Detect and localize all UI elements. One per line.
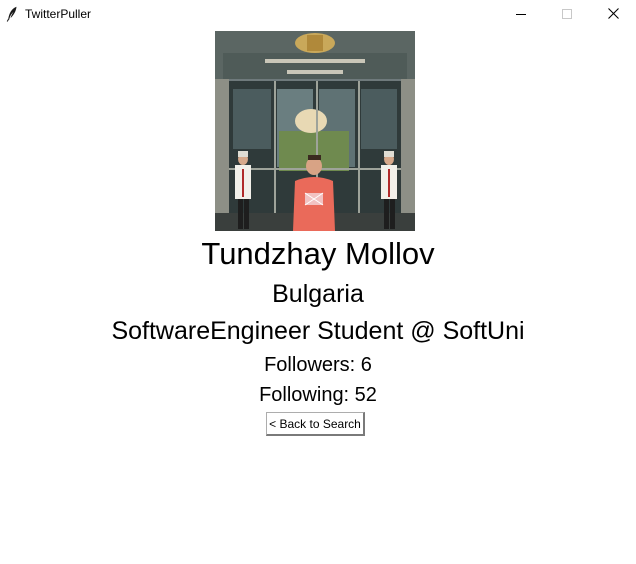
close-button[interactable] bbox=[590, 0, 636, 29]
user-description: SoftwareEngineer Student @ SoftUni bbox=[111, 317, 525, 345]
minimize-button[interactable] bbox=[498, 0, 544, 29]
user-name: Tundzhay Mollov bbox=[201, 236, 435, 271]
followers-count: Followers: 6 bbox=[264, 354, 372, 376]
title-bar[interactable]: TwitterPuller bbox=[0, 0, 636, 30]
app-window: TwitterPuller Tundzhay Mollov Bulgaria S… bbox=[0, 0, 636, 564]
maximize-button[interactable] bbox=[544, 0, 590, 29]
user-location: Bulgaria bbox=[272, 280, 364, 308]
profile-photo bbox=[215, 31, 415, 231]
window-title: TwitterPuller bbox=[25, 7, 92, 21]
maximize-icon bbox=[562, 6, 572, 24]
back-to-search-button[interactable]: < Back to Search bbox=[266, 412, 365, 436]
following-count: Following: 52 bbox=[259, 384, 377, 406]
minimize-icon bbox=[516, 6, 526, 24]
feather-icon bbox=[6, 6, 18, 22]
close-icon bbox=[607, 6, 619, 24]
